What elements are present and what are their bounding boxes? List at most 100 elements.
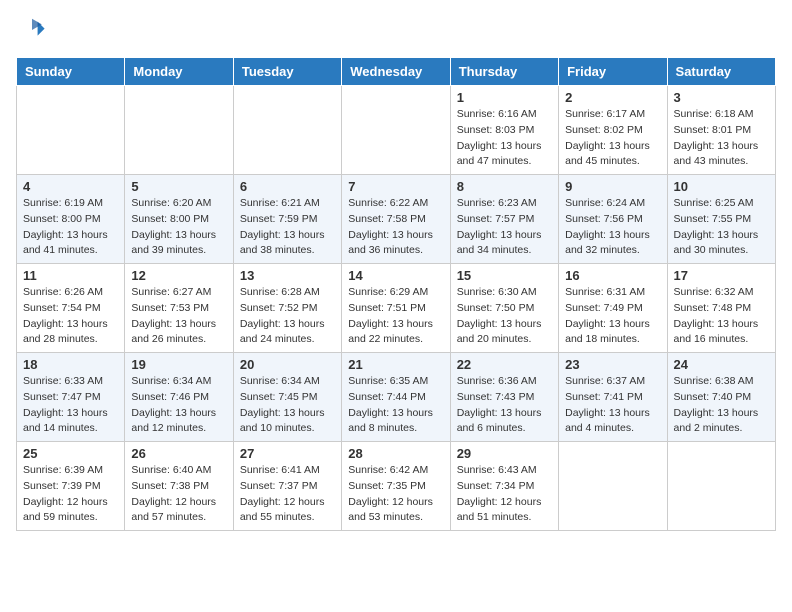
calendar-cell: 29 Sunrise: 6:43 AM Sunset: 7:34 PM Dayli…: [450, 442, 558, 531]
calendar-cell: 3Sunrise: 6:18 AM Sunset: 8:01 PM Daylig…: [667, 86, 775, 175]
day-info: Sunrise: 6:22 AM Sunset: 7:58 PM Dayligh…: [348, 196, 443, 259]
calendar-cell: 20 Sunrise: 6:34 AM Sunset: 7:45 PM Dayli…: [233, 353, 341, 442]
calendar-cell: 26 Sunrise: 6:40 AM Sunset: 7:38 PM Dayli…: [125, 442, 233, 531]
calendar-cell: 21Sunrise: 6:35 AM Sunset: 7:44 PM Dayli…: [342, 353, 450, 442]
day-number: 11: [23, 268, 118, 283]
day-number: 6: [240, 179, 335, 194]
weekday-header-thursday: Thursday: [450, 58, 558, 86]
calendar-cell: 17 Sunrise: 6:32 AM Sunset: 7:48 PM Dayli…: [667, 264, 775, 353]
day-info: Sunrise: 6:16 AM Sunset: 8:03 PM Dayligh…: [457, 107, 552, 170]
calendar-cell: 27Sunrise: 6:41 AM Sunset: 7:37 PM Dayli…: [233, 442, 341, 531]
day-info: Sunrise: 6:31 AM Sunset: 7:49 PM Dayligh…: [565, 285, 660, 348]
calendar-cell: [233, 86, 341, 175]
calendar-week-row: 18 Sunrise: 6:33 AM Sunset: 7:47 PM Dayli…: [17, 353, 776, 442]
calendar-header-row: SundayMondayTuesdayWednesdayThursdayFrid…: [17, 58, 776, 86]
day-number: 29: [457, 446, 552, 461]
day-number: 23: [565, 357, 660, 372]
day-info: Sunrise: 6:34 AM Sunset: 7:46 PM Dayligh…: [131, 374, 226, 437]
calendar-cell: 24 Sunrise: 6:38 AM Sunset: 7:40 PM Dayli…: [667, 353, 775, 442]
day-info: Sunrise: 6:32 AM Sunset: 7:48 PM Dayligh…: [674, 285, 769, 348]
calendar-cell: 1 Sunrise: 6:16 AM Sunset: 8:03 PM Daylig…: [450, 86, 558, 175]
page-header: [16, 16, 776, 49]
day-number: 9: [565, 179, 660, 194]
calendar-week-row: 4 Sunrise: 6:19 AM Sunset: 8:00 PM Daylig…: [17, 175, 776, 264]
day-number: 16: [565, 268, 660, 283]
weekday-header-tuesday: Tuesday: [233, 58, 341, 86]
calendar-table: SundayMondayTuesdayWednesdayThursdayFrid…: [16, 57, 776, 531]
calendar-cell: 6 Sunrise: 6:21 AM Sunset: 7:59 PM Daylig…: [233, 175, 341, 264]
day-info: Sunrise: 6:24 AM Sunset: 7:56 PM Dayligh…: [565, 196, 660, 259]
calendar-cell: [125, 86, 233, 175]
calendar-cell: 15 Sunrise: 6:30 AM Sunset: 7:50 PM Dayli…: [450, 264, 558, 353]
weekday-header-saturday: Saturday: [667, 58, 775, 86]
day-number: 18: [23, 357, 118, 372]
day-info: Sunrise: 6:35 AM Sunset: 7:44 PM Dayligh…: [348, 374, 443, 437]
calendar-week-row: 11 Sunrise: 6:26 AM Sunset: 7:54 PM Dayli…: [17, 264, 776, 353]
calendar-cell: 7 Sunrise: 6:22 AM Sunset: 7:58 PM Daylig…: [342, 175, 450, 264]
logo-icon: [18, 16, 46, 44]
day-info: Sunrise: 6:37 AM Sunset: 7:41 PM Dayligh…: [565, 374, 660, 437]
day-info: Sunrise: 6:19 AM Sunset: 8:00 PM Dayligh…: [23, 196, 118, 259]
day-number: 24: [674, 357, 769, 372]
day-info: Sunrise: 6:36 AM Sunset: 7:43 PM Dayligh…: [457, 374, 552, 437]
day-number: 4: [23, 179, 118, 194]
calendar-cell: 25 Sunrise: 6:39 AM Sunset: 7:39 PM Dayli…: [17, 442, 125, 531]
day-info: Sunrise: 6:17 AM Sunset: 8:02 PM Dayligh…: [565, 107, 660, 170]
calendar-cell: [559, 442, 667, 531]
calendar-cell: 12 Sunrise: 6:27 AM Sunset: 7:53 PM Dayli…: [125, 264, 233, 353]
day-info: Sunrise: 6:43 AM Sunset: 7:34 PM Dayligh…: [457, 463, 552, 526]
day-number: 15: [457, 268, 552, 283]
weekday-header-wednesday: Wednesday: [342, 58, 450, 86]
calendar-cell: 14 Sunrise: 6:29 AM Sunset: 7:51 PM Dayli…: [342, 264, 450, 353]
day-info: Sunrise: 6:33 AM Sunset: 7:47 PM Dayligh…: [23, 374, 118, 437]
calendar-cell: 18 Sunrise: 6:33 AM Sunset: 7:47 PM Dayli…: [17, 353, 125, 442]
day-info: Sunrise: 6:29 AM Sunset: 7:51 PM Dayligh…: [348, 285, 443, 348]
day-number: 26: [131, 446, 226, 461]
calendar-week-row: 1 Sunrise: 6:16 AM Sunset: 8:03 PM Daylig…: [17, 86, 776, 175]
calendar-cell: 4 Sunrise: 6:19 AM Sunset: 8:00 PM Daylig…: [17, 175, 125, 264]
day-info: Sunrise: 6:26 AM Sunset: 7:54 PM Dayligh…: [23, 285, 118, 348]
weekday-header-sunday: Sunday: [17, 58, 125, 86]
day-info: Sunrise: 6:21 AM Sunset: 7:59 PM Dayligh…: [240, 196, 335, 259]
calendar-cell: 22 Sunrise: 6:36 AM Sunset: 7:43 PM Dayli…: [450, 353, 558, 442]
calendar-cell: 13 Sunrise: 6:28 AM Sunset: 7:52 PM Dayli…: [233, 264, 341, 353]
day-info: Sunrise: 6:25 AM Sunset: 7:55 PM Dayligh…: [674, 196, 769, 259]
logo: [16, 16, 46, 49]
day-info: Sunrise: 6:39 AM Sunset: 7:39 PM Dayligh…: [23, 463, 118, 526]
calendar-cell: [342, 86, 450, 175]
calendar-cell: [667, 442, 775, 531]
calendar-cell: 16 Sunrise: 6:31 AM Sunset: 7:49 PM Dayli…: [559, 264, 667, 353]
day-number: 14: [348, 268, 443, 283]
day-number: 5: [131, 179, 226, 194]
day-info: Sunrise: 6:34 AM Sunset: 7:45 PM Dayligh…: [240, 374, 335, 437]
day-info: Sunrise: 6:27 AM Sunset: 7:53 PM Dayligh…: [131, 285, 226, 348]
calendar-cell: 11 Sunrise: 6:26 AM Sunset: 7:54 PM Dayli…: [17, 264, 125, 353]
day-number: 3: [674, 90, 769, 105]
day-info: Sunrise: 6:30 AM Sunset: 7:50 PM Dayligh…: [457, 285, 552, 348]
day-number: 1: [457, 90, 552, 105]
day-number: 7: [348, 179, 443, 194]
day-number: 25: [23, 446, 118, 461]
day-info: Sunrise: 6:20 AM Sunset: 8:00 PM Dayligh…: [131, 196, 226, 259]
day-number: 22: [457, 357, 552, 372]
day-number: 10: [674, 179, 769, 194]
day-info: Sunrise: 6:40 AM Sunset: 7:38 PM Dayligh…: [131, 463, 226, 526]
calendar-cell: 23 Sunrise: 6:37 AM Sunset: 7:41 PM Dayli…: [559, 353, 667, 442]
day-info: Sunrise: 6:41 AM Sunset: 7:37 PM Dayligh…: [240, 463, 335, 526]
day-number: 28: [348, 446, 443, 461]
weekday-header-friday: Friday: [559, 58, 667, 86]
day-number: 13: [240, 268, 335, 283]
calendar-cell: 19Sunrise: 6:34 AM Sunset: 7:46 PM Dayli…: [125, 353, 233, 442]
weekday-header-monday: Monday: [125, 58, 233, 86]
calendar-week-row: 25 Sunrise: 6:39 AM Sunset: 7:39 PM Dayli…: [17, 442, 776, 531]
calendar-cell: 28 Sunrise: 6:42 AM Sunset: 7:35 PM Dayli…: [342, 442, 450, 531]
day-info: Sunrise: 6:42 AM Sunset: 7:35 PM Dayligh…: [348, 463, 443, 526]
day-number: 20: [240, 357, 335, 372]
day-info: Sunrise: 6:23 AM Sunset: 7:57 PM Dayligh…: [457, 196, 552, 259]
day-number: 17: [674, 268, 769, 283]
calendar-cell: 9 Sunrise: 6:24 AM Sunset: 7:56 PM Daylig…: [559, 175, 667, 264]
calendar-cell: [17, 86, 125, 175]
day-number: 12: [131, 268, 226, 283]
day-info: Sunrise: 6:38 AM Sunset: 7:40 PM Dayligh…: [674, 374, 769, 437]
day-info: Sunrise: 6:28 AM Sunset: 7:52 PM Dayligh…: [240, 285, 335, 348]
